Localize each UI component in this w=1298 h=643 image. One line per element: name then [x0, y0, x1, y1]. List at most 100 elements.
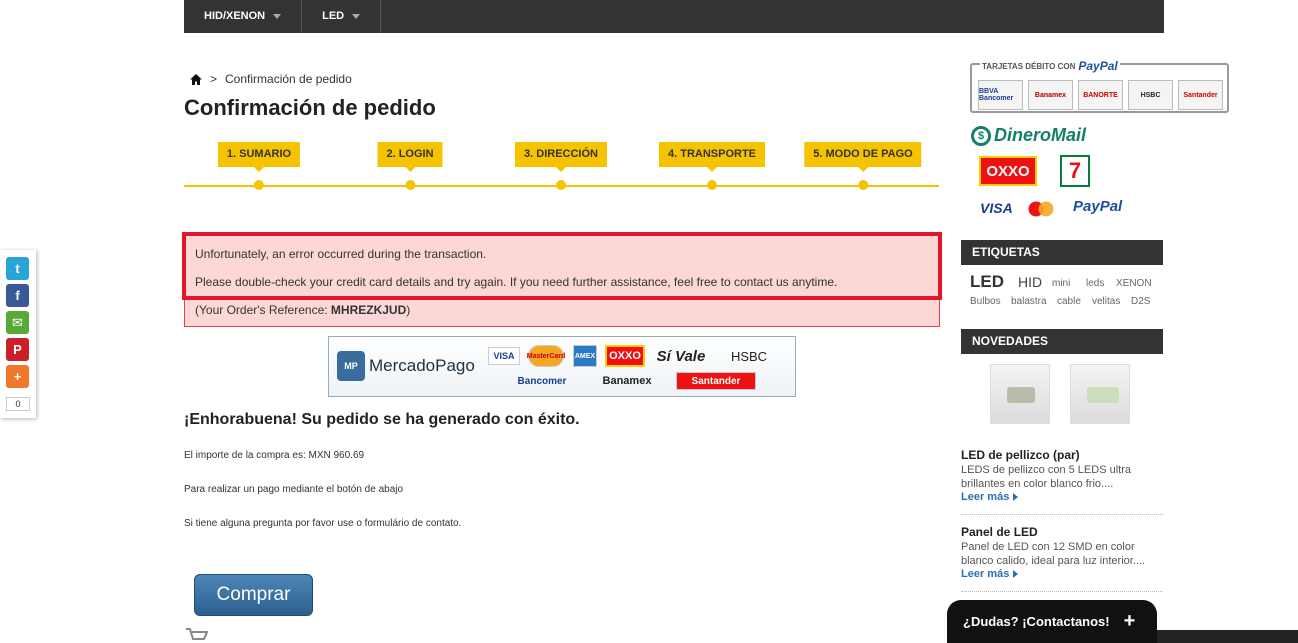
paypal-box-title-text: TARJETAS DÉBITO CON: [982, 61, 1076, 71]
nav-item-label: LED: [322, 10, 345, 22]
breadcrumb-separator: >: [210, 72, 218, 86]
read-more-label: Leer más: [961, 568, 1010, 580]
caret-down-icon: [273, 14, 282, 19]
visa-logo: VISA: [980, 200, 1013, 216]
mp-name: MercadoPago: [369, 356, 475, 375]
oxxo-logo: OXXO: [979, 156, 1037, 186]
product-title[interactable]: LED de pellizco (par): [961, 448, 1080, 462]
page-title: Confirmación de pedido: [184, 95, 436, 120]
breadcrumb-current: Confirmación de pedido: [225, 72, 352, 86]
read-more-link[interactable]: Leer más: [961, 568, 1019, 580]
caret-down-icon: [352, 14, 361, 19]
tag-link[interactable]: balastra: [1011, 296, 1047, 307]
nav-item-hid-xenon[interactable]: HID/XENON: [184, 0, 303, 33]
tag-link[interactable]: cable: [1057, 296, 1081, 307]
order-reference: (Your Order's Reference: MHREZKJUD): [195, 303, 410, 317]
email-icon[interactable]: ✉: [6, 311, 29, 334]
santander-logo: Santander: [676, 372, 756, 390]
read-more-label: Leer más: [961, 491, 1010, 503]
step-payment[interactable]: 5. MODO DE PAGO: [804, 142, 922, 190]
step-dot: [857, 180, 868, 190]
step-shipping[interactable]: 4. TRANSPORTE: [658, 142, 766, 190]
step-login[interactable]: 2. LOGIN: [377, 142, 443, 190]
tag-link[interactable]: HID: [1018, 274, 1042, 290]
ref-prefix: (Your Order's Reference:: [195, 303, 331, 317]
bank-santander-logo: Santander: [1178, 80, 1223, 110]
share-plus-icon[interactable]: +: [6, 365, 29, 388]
product-image: [1007, 387, 1035, 403]
bank-hsbc-logo: HSBC: [1128, 80, 1173, 110]
tag-link[interactable]: LED: [970, 272, 1004, 292]
step-label: 1. SUMARIO: [217, 142, 301, 167]
step-pointer: [706, 167, 717, 172]
mastercard-logo: MasterCard: [527, 345, 565, 367]
amex-logo: AMEX: [573, 345, 597, 367]
step-dot: [254, 180, 264, 190]
step-label: 2. LOGIN: [377, 142, 443, 167]
bank-banorte-logo: BANORTE: [1078, 80, 1123, 110]
product-description: Panel de LED con 12 SMD en color blanco …: [961, 541, 1146, 567]
arrow-right-icon: [1013, 493, 1019, 501]
step-dot: [405, 180, 415, 190]
tag-link[interactable]: XENON: [1116, 278, 1152, 289]
ref-code: MHREZKJUD: [330, 303, 407, 317]
tag-link[interactable]: Bulbos: [970, 296, 1001, 307]
mp-badge: MP: [337, 351, 365, 381]
bank-banamex-logo: Banamex: [1028, 80, 1073, 110]
error-highlight-frame: [182, 232, 942, 300]
product-image: [1087, 387, 1119, 403]
product-thumbnail[interactable]: [990, 364, 1050, 424]
news-heading: NOVEDADES: [961, 329, 1163, 354]
facebook-icon[interactable]: f: [6, 284, 29, 307]
tag-link[interactable]: velitas: [1092, 296, 1120, 307]
twitter-icon[interactable]: t: [6, 257, 29, 280]
dollar-icon: $: [971, 125, 991, 146]
contact-instructions: Si tiene alguna pregunta por favor use o…: [184, 518, 462, 529]
mastercard-icon: [1027, 201, 1055, 217]
paypal-debit-box: TARJETAS DÉBITO CON PayPal BBVA Bancomer…: [970, 59, 1229, 113]
success-heading: ¡Enhorabuena! Su pedido se ha generado c…: [184, 411, 580, 428]
contact-tab-label: ¿Dudas? ¡Contactanos!: [963, 614, 1110, 629]
share-count: 0: [6, 397, 30, 411]
nav-item-label: HID/XENON: [204, 10, 266, 22]
mercadopago-banner: MP MercadoPago VISA MasterCard AMEX OXXO…: [328, 336, 796, 397]
ref-suffix: ): [406, 303, 411, 317]
cart-icon: [186, 628, 209, 643]
step-label: 5. MODO DE PAGO: [804, 142, 922, 167]
hsbc-logo: HSBC: [730, 348, 768, 364]
step-pointer: [556, 167, 566, 172]
tag-link[interactable]: leds: [1086, 278, 1104, 289]
read-more-link[interactable]: Leer más: [961, 491, 1019, 503]
dineromail-text: DineroMail: [994, 125, 1087, 145]
pinterest-icon[interactable]: P: [6, 338, 29, 361]
home-icon[interactable]: [190, 73, 202, 85]
contact-bar: [1157, 630, 1298, 643]
visa-logo: VISA: [488, 347, 520, 365]
breadcrumb: > Confirmación de pedido: [190, 72, 352, 86]
step-summary[interactable]: 1. SUMARIO: [217, 142, 301, 190]
divider: [961, 591, 1163, 592]
banamex-logo: Banamex: [602, 375, 652, 387]
contact-tab[interactable]: ¿Dudas? ¡Contactanos! +: [947, 600, 1157, 643]
product-title[interactable]: Panel de LED: [961, 525, 1038, 539]
step-address[interactable]: 3. DIRECCIÓN: [515, 142, 607, 190]
step-pointer: [405, 167, 415, 172]
tag-link[interactable]: mini: [1052, 278, 1070, 289]
plus-icon: +: [1123, 610, 1136, 632]
top-navigation: HID/XENON LED: [184, 0, 1164, 33]
tag-link[interactable]: D2S: [1131, 296, 1150, 307]
share-bar: t f ✉ P + 0: [0, 250, 36, 418]
mercadopago-logo: MP MercadoPago: [337, 351, 475, 381]
oxxo-logo: OXXO: [605, 345, 645, 367]
paypal-box-title: TARJETAS DÉBITO CON PayPal: [980, 59, 1120, 73]
step-dot: [556, 180, 566, 190]
buy-button[interactable]: Comprar: [194, 574, 313, 616]
bancomer-logo: Bancomer: [517, 375, 567, 387]
paypal-logo: PayPal: [1073, 198, 1123, 215]
divider: [961, 514, 1163, 515]
arrow-right-icon: [1013, 570, 1019, 578]
product-description: LEDS de pellizco con 5 LEDS ultra brilla…: [961, 464, 1131, 490]
product-thumbnail[interactable]: [1070, 364, 1130, 424]
pay-instructions: Para realizar un pago mediante el botón …: [184, 484, 404, 495]
nav-item-led[interactable]: LED: [302, 0, 382, 33]
